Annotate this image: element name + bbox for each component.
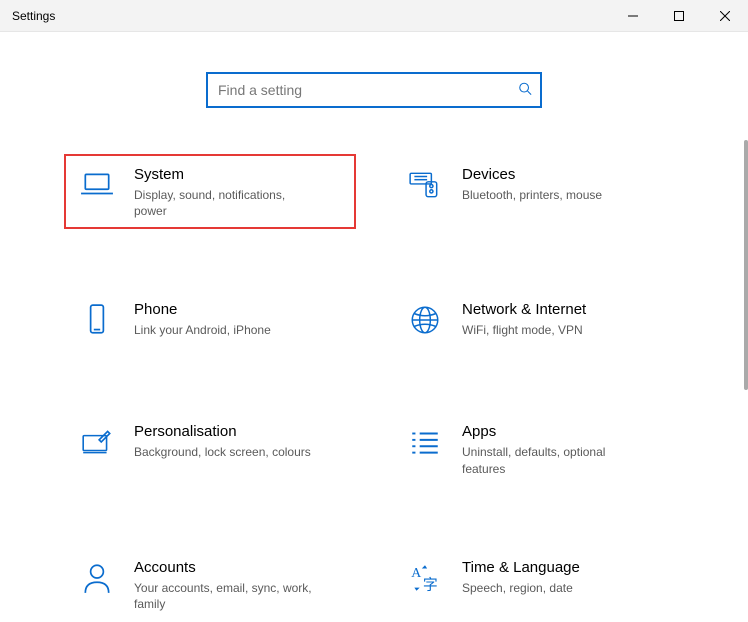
tile-body: Devices Bluetooth, printers, mouse — [462, 164, 672, 203]
tile-title: Phone — [134, 301, 344, 318]
tile-subtitle: Speech, region, date — [462, 580, 642, 596]
svg-text:A: A — [411, 565, 421, 580]
window-title: Settings — [12, 9, 55, 23]
tile-subtitle: Uninstall, defaults, optional features — [462, 444, 642, 476]
tile-body: System Display, sound, notifications, po… — [134, 164, 344, 219]
tile-title: System — [134, 166, 344, 183]
scrollbar-thumb[interactable] — [744, 140, 748, 390]
tile-subtitle: Link your Android, iPhone — [134, 322, 314, 338]
tile-personalisation[interactable]: Personalisation Background, lock screen,… — [64, 411, 356, 486]
tile-subtitle: Display, sound, notifications, power — [134, 187, 314, 219]
tile-body: Apps Uninstall, defaults, optional featu… — [462, 421, 672, 476]
tile-system[interactable]: System Display, sound, notifications, po… — [64, 154, 356, 229]
minimize-button[interactable] — [610, 0, 656, 31]
apps-list-icon — [404, 421, 446, 463]
tile-title: Apps — [462, 423, 672, 440]
tile-subtitle: Background, lock screen, colours — [134, 444, 314, 460]
search-input[interactable] — [206, 72, 542, 108]
tile-time-language[interactable]: A 字 Time & Language Speech, region, date — [392, 547, 684, 622]
search-wrap — [206, 72, 542, 108]
tile-network[interactable]: Network & Internet WiFi, flight mode, VP… — [392, 289, 684, 351]
titlebar: Settings — [0, 0, 748, 32]
tile-subtitle: Your accounts, email, sync, work, family — [134, 580, 314, 612]
tile-title: Accounts — [134, 559, 344, 576]
devices-icon — [404, 164, 446, 206]
tile-body: Phone Link your Android, iPhone — [134, 299, 344, 338]
tile-devices[interactable]: Devices Bluetooth, printers, mouse — [392, 154, 684, 229]
globe-icon — [404, 299, 446, 341]
tile-accounts[interactable]: Accounts Your accounts, email, sync, wor… — [64, 547, 356, 622]
search-icon — [518, 82, 532, 99]
tile-title: Time & Language — [462, 559, 672, 576]
phone-icon — [76, 299, 118, 341]
tile-title: Network & Internet — [462, 301, 672, 318]
maximize-button[interactable] — [656, 0, 702, 31]
language-icon: A 字 — [404, 557, 446, 599]
paint-icon — [76, 421, 118, 463]
tile-apps[interactable]: Apps Uninstall, defaults, optional featu… — [392, 411, 684, 486]
close-button[interactable] — [702, 0, 748, 31]
tile-title: Personalisation — [134, 423, 344, 440]
window-controls — [610, 0, 748, 31]
tile-subtitle: WiFi, flight mode, VPN — [462, 322, 642, 338]
tile-body: Personalisation Background, lock screen,… — [134, 421, 344, 460]
svg-text:字: 字 — [423, 576, 438, 593]
tile-body: Accounts Your accounts, email, sync, wor… — [134, 557, 344, 612]
settings-grid: System Display, sound, notifications, po… — [64, 154, 684, 622]
person-icon — [76, 557, 118, 599]
tile-body: Network & Internet WiFi, flight mode, VP… — [462, 299, 672, 338]
tile-phone[interactable]: Phone Link your Android, iPhone — [64, 289, 356, 351]
tile-title: Devices — [462, 166, 672, 183]
tile-body: Time & Language Speech, region, date — [462, 557, 672, 596]
content-area: System Display, sound, notifications, po… — [0, 32, 748, 622]
laptop-icon — [76, 164, 118, 206]
tile-subtitle: Bluetooth, printers, mouse — [462, 187, 642, 203]
